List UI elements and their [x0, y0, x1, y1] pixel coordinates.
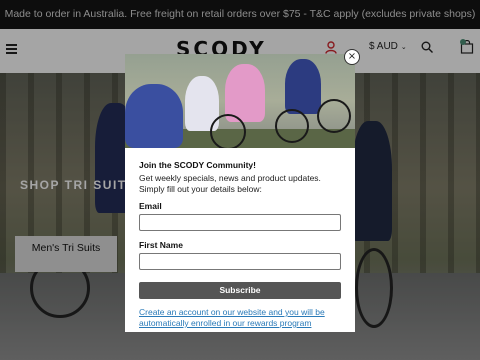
popup-image-wheel: [275, 109, 309, 143]
email-label: Email: [139, 201, 162, 211]
popup-image-rider: [125, 84, 183, 148]
popup-image-wheel: [210, 114, 246, 148]
popup-image: [125, 54, 355, 148]
first-name-label: First Name: [139, 240, 183, 250]
popup-heading: Join the SCODY Community!: [139, 160, 256, 170]
first-name-field[interactable]: [139, 253, 341, 270]
popup-body: Join the SCODY Community! Get weekly spe…: [139, 160, 343, 195]
popup-image-wheel: [317, 99, 351, 133]
popup-image-rider: [285, 59, 321, 114]
close-icon[interactable]: ×: [344, 49, 360, 65]
email-field[interactable]: [139, 214, 341, 231]
newsletter-popup: × Join the SCODY Community! Get weekly s…: [125, 49, 360, 332]
subscribe-button[interactable]: Subscribe: [139, 282, 341, 299]
popup-description: Get weekly specials, news and product up…: [139, 173, 321, 194]
create-account-link[interactable]: Create an account on our website and you…: [139, 307, 343, 329]
